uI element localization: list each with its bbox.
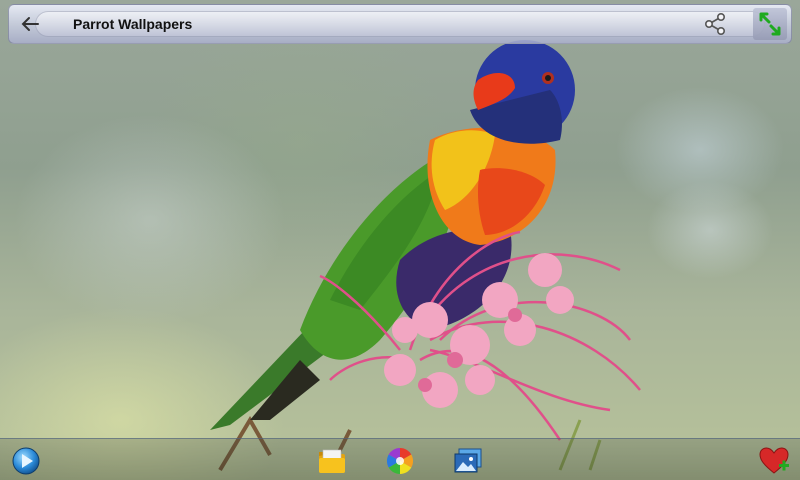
set-wallpaper-button[interactable]: [452, 445, 484, 477]
slideshow-button[interactable]: [10, 445, 42, 477]
parrot-illustration: [210, 40, 641, 472]
favorite-heart-add-icon: [759, 447, 789, 474]
share-icon: [704, 12, 726, 35]
bottom-toolbar: [0, 438, 800, 480]
fullscreen-button[interactable]: [753, 8, 787, 40]
screen: Parrot Wallpapers: [0, 0, 800, 480]
wallpaper-image[interactable]: [0, 0, 800, 480]
color-filter-button[interactable]: [384, 445, 416, 477]
expand-arrows-icon: [759, 12, 781, 36]
back-button[interactable]: [19, 13, 41, 35]
arrow-left-icon: [21, 17, 39, 31]
color-wheel-icon: [386, 447, 414, 475]
folder-icon: [319, 449, 345, 473]
page-title: Parrot Wallpapers: [73, 16, 193, 32]
action-bar: Parrot Wallpapers: [8, 4, 792, 44]
add-favorite-button[interactable]: [758, 445, 790, 477]
share-button[interactable]: [702, 11, 728, 37]
play-slideshow-icon: [12, 447, 40, 475]
folder-button[interactable]: [316, 445, 348, 477]
set-wallpaper-icon: [454, 448, 482, 473]
